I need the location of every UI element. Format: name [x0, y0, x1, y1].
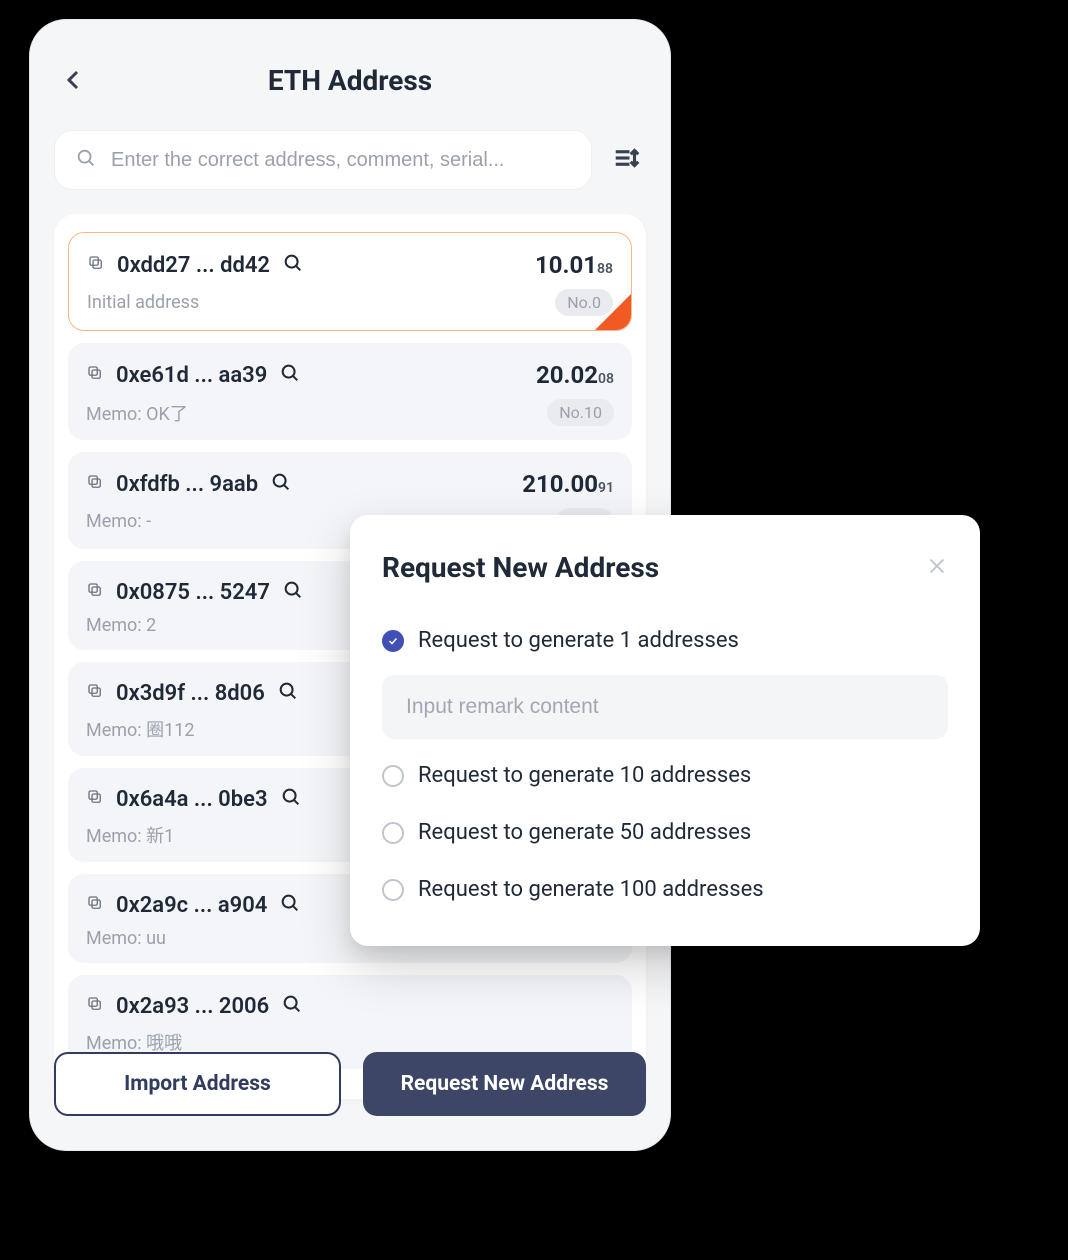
sort-button[interactable]: [608, 139, 646, 181]
chevron-left-icon: [62, 68, 86, 92]
serial-badge: No.0: [555, 289, 613, 316]
radio-checked-icon: [382, 630, 404, 652]
magnify-icon[interactable]: [280, 786, 302, 812]
address-text: 0xe61d ... aa39: [116, 363, 267, 388]
magnify-icon[interactable]: [282, 579, 304, 605]
page-title: ETH Address: [268, 64, 432, 97]
copy-icon[interactable]: [86, 364, 104, 386]
option-label: Request to generate 10 addresses: [418, 763, 751, 788]
address-text: 0xdd27 ... dd42: [117, 253, 270, 278]
address-left: 0x2a9c ... a904: [86, 892, 301, 918]
address-row-top: 0xfdfb ... 9aab 210.0091: [86, 470, 614, 498]
sort-icon: [612, 143, 642, 173]
generate-option[interactable]: Request to generate 10 addresses: [382, 747, 948, 804]
generate-option[interactable]: Request to generate 100 addresses: [382, 861, 948, 918]
request-new-address-modal: Request New Address Request to generate …: [350, 515, 980, 946]
copy-icon[interactable]: [87, 254, 105, 276]
address-row-top: 0xe61d ... aa39 20.0208: [86, 361, 614, 389]
address-left: 0x0875 ... 5247: [86, 579, 304, 605]
address-item[interactable]: 0xdd27 ... dd42 10.0188 Initial address No.…: [68, 232, 632, 331]
search-row: [54, 130, 646, 190]
address-left: 0xdd27 ... dd42: [87, 252, 304, 278]
request-new-address-button[interactable]: Request New Address: [363, 1052, 646, 1116]
balance: 20.0208: [536, 361, 614, 389]
balance: 10.0188: [535, 251, 613, 279]
generate-option[interactable]: Request to generate 50 addresses: [382, 804, 948, 861]
option-label: Request to generate 50 addresses: [418, 820, 751, 845]
magnify-icon[interactable]: [270, 471, 292, 497]
magnify-icon[interactable]: [282, 252, 304, 278]
memo-text: Initial address: [87, 292, 199, 313]
address-row-top: 0xdd27 ... dd42 10.0188: [87, 251, 613, 279]
address-row-bottom: Initial address No.0: [87, 289, 613, 316]
radio-unchecked-icon: [382, 822, 404, 844]
address-left: 0xe61d ... aa39: [86, 362, 301, 388]
copy-icon[interactable]: [86, 894, 104, 916]
memo-text: Memo: 新1: [86, 822, 174, 848]
copy-icon[interactable]: [86, 995, 104, 1017]
import-address-button[interactable]: Import Address: [54, 1052, 341, 1116]
memo-text: Memo: uu: [86, 928, 166, 949]
option-label: Request to generate 100 addresses: [418, 877, 764, 902]
address-left: 0x6a4a ... 0be3: [86, 786, 302, 812]
serial-badge: No.10: [547, 399, 614, 426]
magnify-icon[interactable]: [277, 680, 299, 706]
remark-input[interactable]: [382, 675, 948, 739]
address-row-top: 0x2a93 ... 2006: [86, 993, 614, 1019]
memo-text: Memo: OK了: [86, 400, 188, 426]
address-text: 0x3d9f ... 8d06: [116, 681, 265, 706]
address-text: 0xfdfb ... 9aab: [116, 472, 258, 497]
copy-icon[interactable]: [86, 682, 104, 704]
copy-icon[interactable]: [86, 581, 104, 603]
radio-unchecked-icon: [382, 765, 404, 787]
address-text: 0x0875 ... 5247: [116, 580, 270, 605]
magnify-icon[interactable]: [279, 892, 301, 918]
close-icon: [926, 555, 948, 577]
memo-text: Memo: -: [86, 511, 151, 532]
search-input[interactable]: [111, 149, 571, 172]
modal-close-button[interactable]: [926, 555, 948, 581]
memo-text: Memo: 圈112: [86, 716, 194, 742]
balance: 210.0091: [522, 470, 614, 498]
memo-text: Memo: 2: [86, 615, 156, 636]
search-icon: [75, 147, 97, 173]
address-text: 0x2a93 ... 2006: [116, 994, 269, 1019]
address-text: 0x2a9c ... a904: [116, 893, 267, 918]
address-left: 0x3d9f ... 8d06: [86, 680, 299, 706]
magnify-icon[interactable]: [281, 993, 303, 1019]
address-item[interactable]: 0xe61d ... aa39 20.0208 Memo: OK了 No.10: [68, 343, 632, 440]
radio-unchecked-icon: [382, 879, 404, 901]
header: ETH Address: [54, 50, 646, 110]
magnify-icon[interactable]: [279, 362, 301, 388]
address-text: 0x6a4a ... 0be3: [116, 787, 268, 812]
modal-title: Request New Address: [382, 551, 659, 584]
copy-icon[interactable]: [86, 788, 104, 810]
address-left: 0xfdfb ... 9aab: [86, 471, 292, 497]
option-label: Request to generate 1 addresses: [418, 628, 739, 653]
generate-option[interactable]: Request to generate 1 addresses: [382, 612, 948, 669]
bottom-buttons: Import Address Request New Address: [54, 1052, 646, 1116]
address-row-bottom: Memo: OK了 No.10: [86, 399, 614, 426]
modal-header: Request New Address: [382, 551, 948, 584]
remark-input-wrap: [382, 675, 948, 739]
copy-icon[interactable]: [86, 473, 104, 495]
address-left: 0x2a93 ... 2006: [86, 993, 303, 1019]
search-box[interactable]: [54, 130, 592, 190]
back-button[interactable]: [62, 68, 86, 92]
